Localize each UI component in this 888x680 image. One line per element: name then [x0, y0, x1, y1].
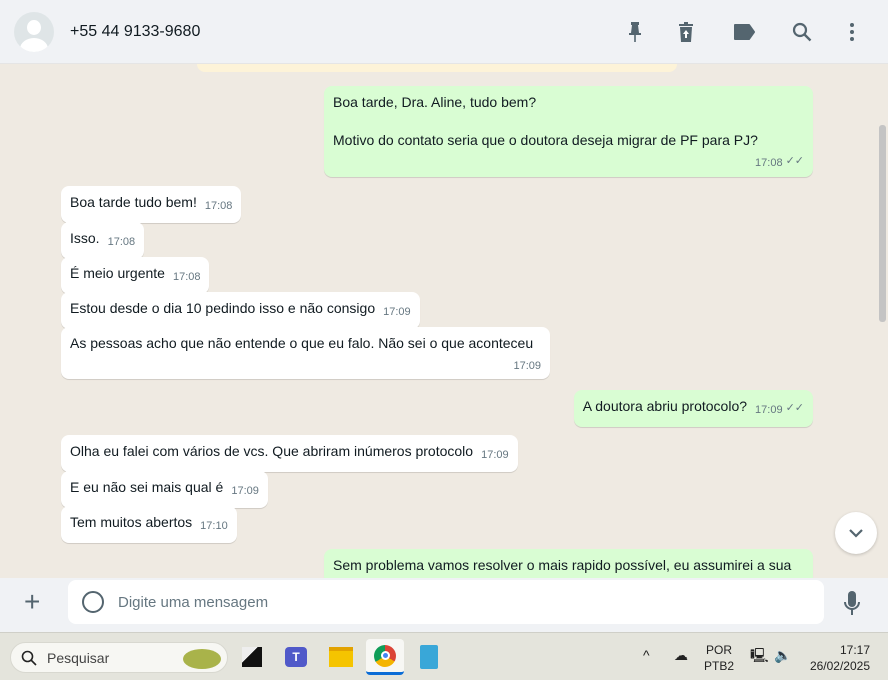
message-time: 17:08 — [755, 157, 783, 169]
message-incoming[interactable]: Isso. 17:08 — [61, 222, 145, 259]
chrome-icon[interactable] — [366, 639, 404, 675]
delete-icon[interactable] — [674, 20, 698, 44]
message-text: As pessoas acho que não entende o que eu… — [70, 335, 534, 351]
message-input[interactable] — [118, 580, 808, 624]
file-explorer-icon[interactable] — [322, 639, 360, 675]
message-incoming[interactable]: E eu não sei mais qual é 17:09 — [61, 471, 268, 508]
sticker-icon[interactable] — [82, 591, 104, 613]
message-outgoing[interactable]: Sem problema vamos resolver o mais rapid… — [324, 549, 813, 578]
label-icon[interactable] — [732, 20, 756, 44]
message-text: É meio urgente — [70, 265, 165, 281]
message-time: 17:08 — [172, 271, 201, 283]
message-time: 17:08 — [107, 236, 136, 248]
message-field[interactable] — [68, 580, 824, 624]
search-icon — [21, 650, 37, 666]
date: 26/02/2025 — [809, 659, 870, 673]
search-icon[interactable] — [790, 20, 814, 44]
message-text: Estou desde o dia 10 pedindo isso e não … — [70, 300, 376, 316]
message-incoming[interactable]: As pessoas acho que não entende o que eu… — [61, 327, 550, 379]
message-time: 17:09 — [513, 360, 541, 372]
message-text: A doutora abriu protocolo? — [582, 398, 748, 414]
keyboard-layout: PTB2 — [704, 659, 735, 673]
contact-name[interactable]: +55 44 9133-9680 — [70, 23, 200, 41]
message-incoming[interactable]: Boa tarde tudo bem! 17:08 — [61, 186, 242, 223]
message-text: E eu não sei mais qual é — [70, 479, 224, 495]
task-view-icon[interactable] — [233, 639, 271, 675]
attach-button[interactable]: + — [24, 587, 40, 617]
language-indicator[interactable]: POR PTB2 — [704, 642, 734, 674]
system-notice — [197, 64, 677, 72]
chevron-down-icon — [849, 529, 863, 538]
message-time: 17:09 — [755, 404, 783, 416]
message-text: Tem muitos abertos — [70, 514, 193, 530]
read-ticks-icon: ✓✓ — [785, 155, 804, 167]
message-text: Boa tarde, Dra. Aline, tudo bem? — [333, 94, 537, 110]
message-incoming[interactable]: Olha eu falei com vários de vcs. Que abr… — [61, 435, 518, 472]
pistachio-icon — [183, 649, 221, 669]
message-list[interactable]: Boa tarde, Dra. Aline, tudo bem? Motivo … — [0, 64, 888, 578]
message-incoming[interactable]: Estou desde o dia 10 pedindo isso e não … — [61, 292, 420, 329]
pin-icon[interactable] — [623, 20, 647, 44]
message-incoming[interactable]: É meio urgente 17:08 — [61, 257, 210, 294]
taskbar-search[interactable]: Pesquisar — [10, 642, 228, 673]
message-time: 17:10 — [200, 520, 228, 532]
message-outgoing[interactable]: Boa tarde, Dra. Aline, tudo bem? Motivo … — [324, 86, 813, 177]
show-hidden-icons-icon[interactable]: ^ — [643, 647, 650, 663]
taskbar: Pesquisar T ^ ☁ POR PTB2 🖳 🔈 17:17 26/02/2… — [0, 632, 888, 680]
message-outgoing[interactable]: A doutora abriu protocolo? 17:09 ✓✓ — [573, 390, 813, 427]
teams-icon[interactable]: T — [277, 639, 315, 675]
message-time: 17:09 — [231, 485, 259, 497]
network-icon[interactable]: 🖳 — [750, 647, 769, 663]
message-incoming[interactable]: Tem muitos abertos 17:10 — [61, 506, 237, 543]
message-text: Motivo do contato seria que o doutora de… — [333, 132, 758, 148]
message-text: Sem problema vamos resolver o mais rapid… — [333, 557, 792, 573]
menu-icon[interactable] — [840, 20, 864, 44]
message-text: Olha eu falei com vários de vcs. Que abr… — [70, 443, 474, 459]
avatar[interactable] — [14, 12, 54, 52]
message-text: Boa tarde tudo bem! — [70, 194, 197, 210]
message-time: 17:09 — [481, 449, 509, 461]
scrollbar[interactable] — [879, 125, 886, 322]
scroll-down-button[interactable] — [835, 512, 877, 554]
onedrive-offline-icon[interactable]: ☁ — [674, 647, 688, 663]
message-time: 17:09 — [383, 306, 411, 318]
chat-header: +55 44 9133-9680 — [0, 0, 888, 64]
volume-icon[interactable]: 🔈 — [774, 647, 791, 663]
search-label: Pesquisar — [47, 650, 110, 666]
notepad-icon[interactable] — [410, 639, 448, 675]
read-ticks-icon: ✓✓ — [785, 402, 804, 414]
message-time: 17:08 — [204, 200, 233, 212]
microphone-icon[interactable] — [843, 590, 861, 618]
time: 17:17 — [839, 643, 870, 657]
message-text: Isso. — [70, 230, 100, 246]
clock[interactable]: 17:17 26/02/2025 — [806, 642, 870, 674]
language-code: POR — [706, 643, 733, 657]
composer: + — [0, 578, 888, 632]
